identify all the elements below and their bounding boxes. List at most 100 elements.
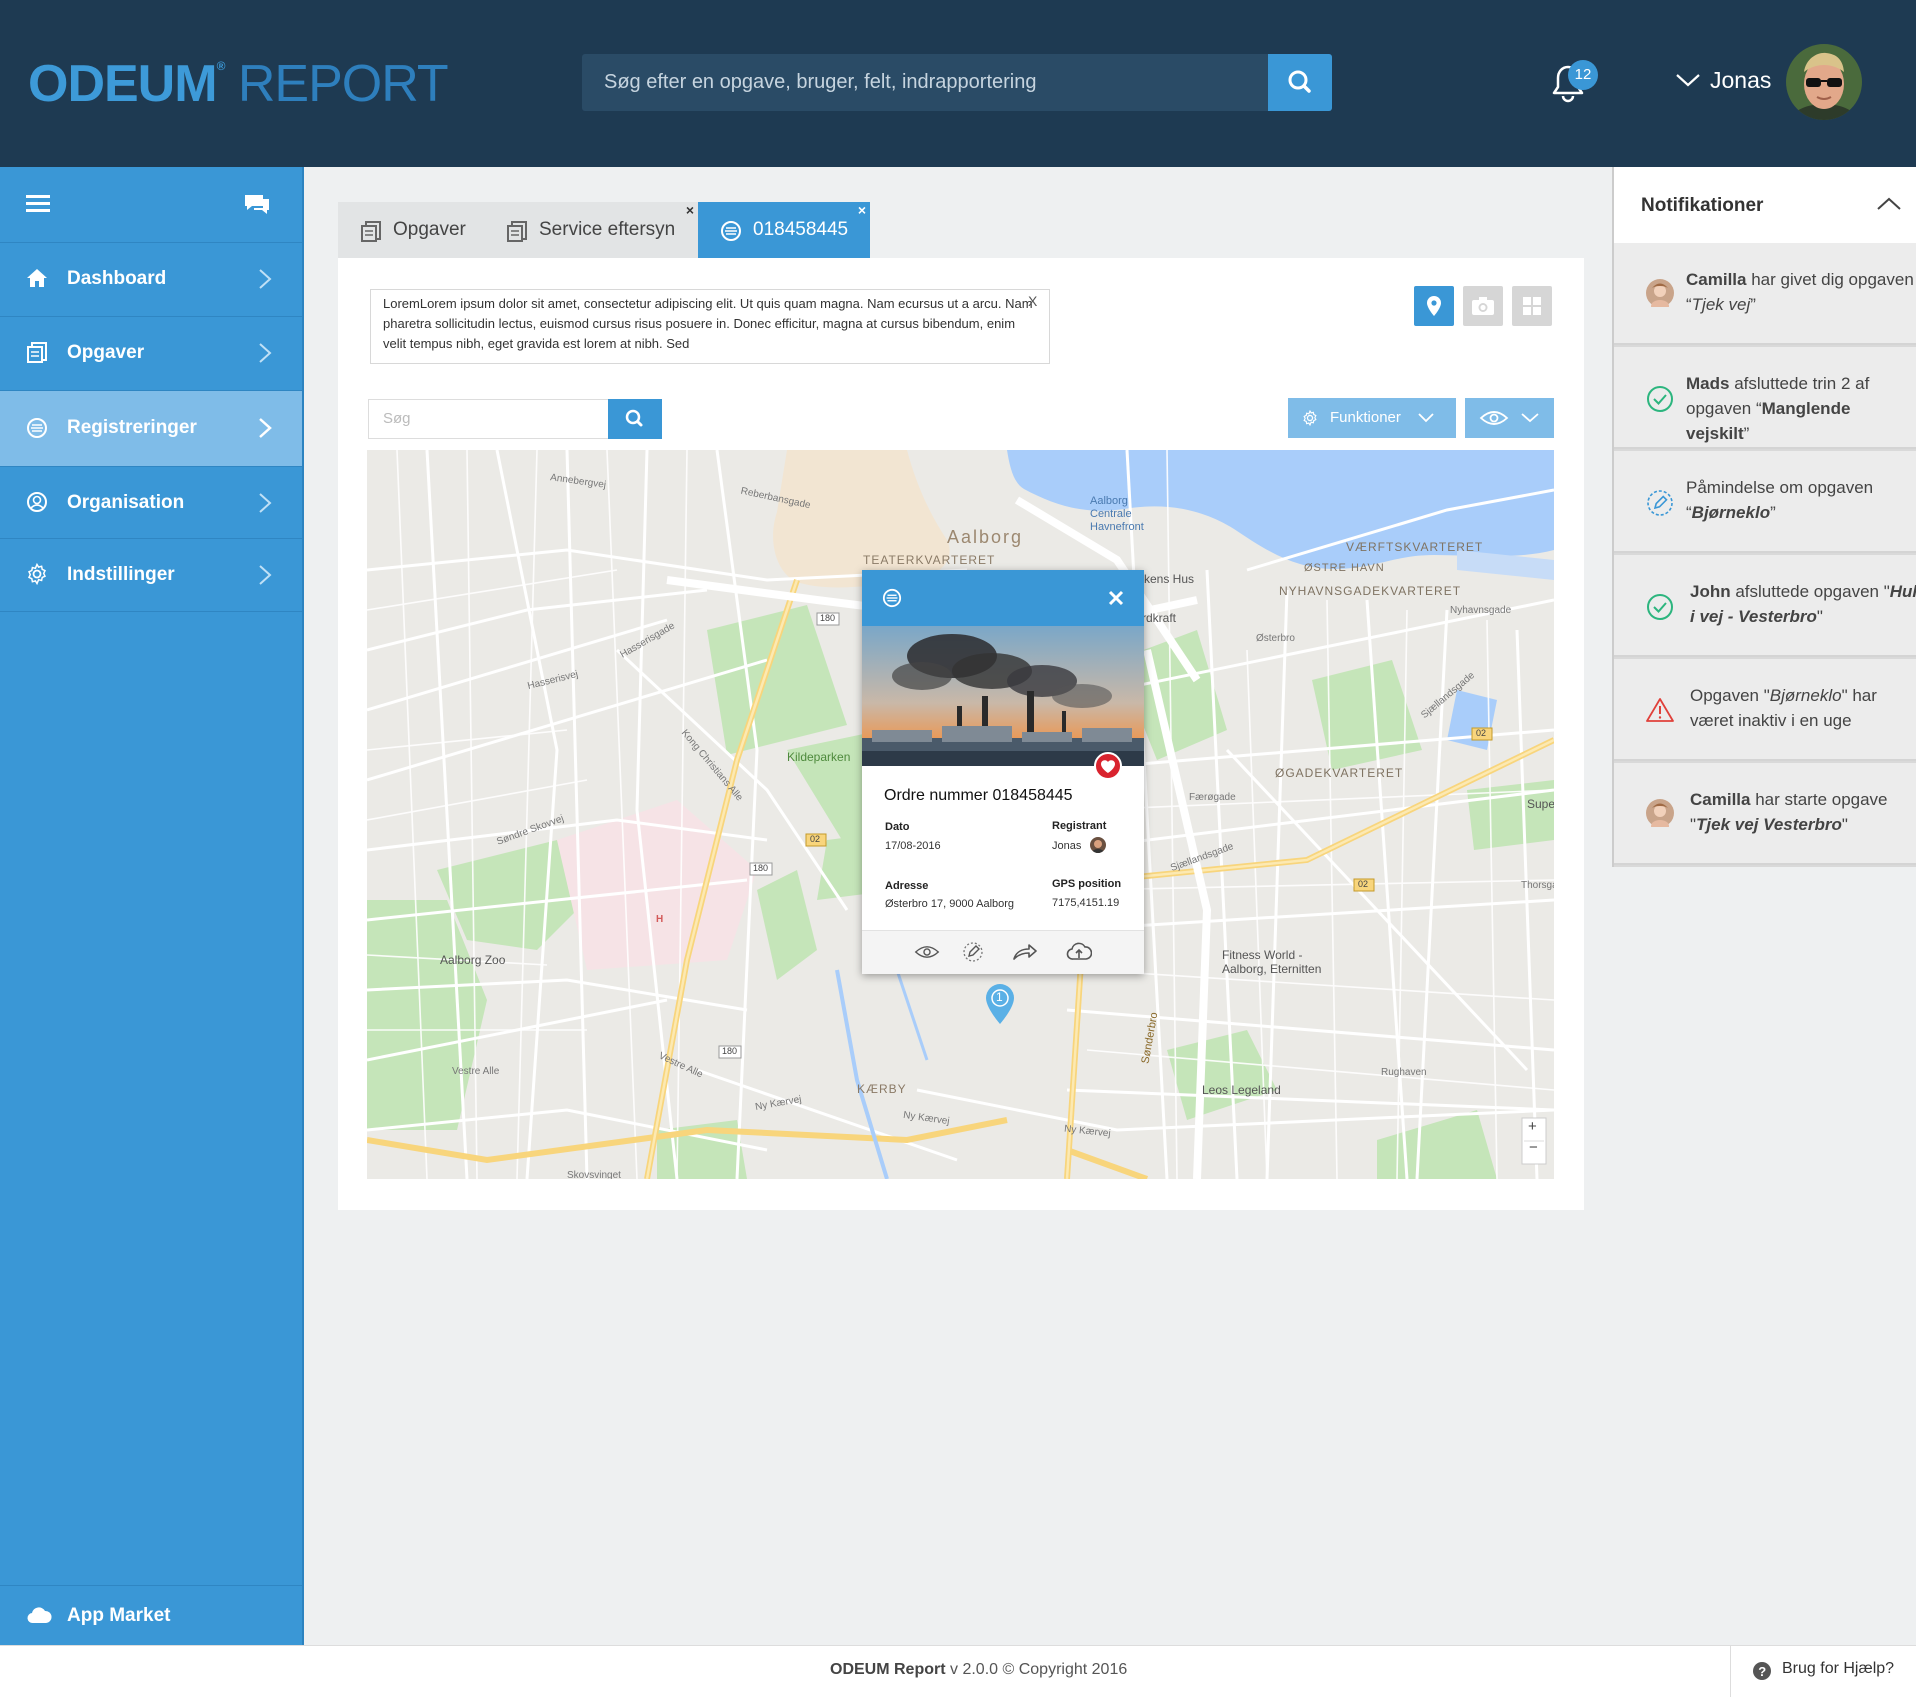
map-pin-icon [1427,296,1441,316]
tab-opgaver[interactable]: Opgaver [338,202,484,258]
note-close-button[interactable]: X [1028,293,1037,309]
share-icon[interactable] [1012,942,1038,962]
tasks-icon [506,220,528,242]
sidebar-item-indstillinger[interactable]: Indstillinger [0,539,302,612]
camera-view-button[interactable] [1463,286,1503,326]
grid-view-button[interactable] [1512,286,1552,326]
registration-icon [882,588,902,608]
map-label: Aalborg Zoo [440,953,506,967]
registrant-avatar [1090,837,1106,853]
footer-divider [1730,1645,1731,1697]
registrant-label: Registrant [1052,820,1107,832]
visibility-dropdown[interactable] [1465,398,1554,438]
app-logo[interactable]: ODEUM® REPORT [28,58,449,110]
route-label: 02 [1358,879,1369,889]
chevron-right-icon [258,342,272,364]
map-search-button[interactable] [608,399,662,439]
help-icon: ? [1752,1661,1772,1681]
eye-icon [1479,410,1509,426]
chevron-right-icon [258,564,272,586]
route-label: 180 [820,613,836,623]
map-label: Skovsvinget [567,1170,621,1179]
registrant-value: Jonas [1052,840,1082,852]
sidebar-item-opgaver[interactable]: Opgaver [0,317,302,391]
tasks-icon [360,220,382,242]
grid-icon [1523,297,1541,315]
map-label: Aalborg Centrale Havnefront [1090,495,1144,533]
map-label: Vestre Alle [452,1066,500,1077]
chevron-down-icon [1521,413,1539,423]
map-label: kens Hus [1144,572,1195,586]
map-label: TEATERKVARTERET [863,553,996,567]
chevron-down-icon [1418,413,1434,423]
zoom-in-button[interactable]: + [1528,1118,1537,1135]
map-label: KÆRBY [857,1082,907,1096]
map-label: NYHAVNSGADEKVARTERET [1279,584,1462,598]
collapse-notifications-button[interactable] [1876,196,1902,212]
check-icon [1646,593,1674,621]
zoom-out-button[interactable]: − [1529,1139,1538,1156]
route-label: 180 [753,863,769,873]
map-label: Nyhavnsgade [1450,605,1512,616]
user-name[interactable]: Jonas [1710,67,1771,94]
map-label: Kildeparken [787,750,851,764]
map-label: Thorsgade [1521,880,1554,891]
map-label: ØGADEKVARTERET [1275,766,1404,780]
warning-icon [1646,697,1674,723]
global-search-button[interactable] [1268,54,1332,111]
tab-close-button[interactable]: × [686,200,694,220]
svg-text:H: H [656,914,663,925]
map-marker-label: 1 [996,990,1003,1004]
popup-actions [862,930,1144,974]
sidebar-item-organisation[interactable]: Organisation [0,467,302,539]
user-avatar[interactable] [1786,44,1862,120]
map-search-input[interactable]: Søg [368,399,610,439]
chevron-right-icon [258,268,272,290]
registration-icon [720,220,742,242]
tab-close-button[interactable]: × [858,200,866,220]
map-label: Østerbro [1256,633,1295,644]
adresse-value: Østerbro 17, 9000 Aalborg [885,898,1015,910]
notification-item[interactable]: Camilla har starte opgave "Tjek vej Vest… [1614,763,1916,865]
notification-item[interactable]: Påmindelse om opgaven “Bjørneklo” [1614,451,1916,553]
footer-copyright: ODEUM Report v 2.0.0 © Copyright 2016 [830,1661,1128,1678]
avatar [1646,279,1674,307]
edit-icon[interactable] [962,941,984,963]
home-icon [26,267,48,289]
sidebar-item-registreringer[interactable]: Registreringer [0,391,302,467]
search-icon [1288,70,1311,93]
notification-item[interactable]: Mads afsluttede trin 2 af opgaven “Mangl… [1614,347,1916,449]
registration-popup: Ordre nummer 018458445 Dato 17/08-2016 R… [862,570,1144,974]
map-label: Aalborg [947,527,1024,547]
gear-icon [1302,410,1318,426]
menu-icon[interactable] [26,193,50,215]
avatar [1646,799,1674,827]
favorite-button[interactable] [1094,752,1122,780]
chevron-up-icon [1877,197,1901,210]
tab-018458445[interactable]: 018458445 × [698,202,870,258]
user-menu-toggle[interactable] [1675,72,1701,88]
funktioner-dropdown[interactable]: Funktioner [1288,398,1456,438]
map-label: Supe [1527,797,1554,811]
eye-icon[interactable] [914,944,940,960]
notification-item[interactable]: Opgaven "Bjørneklo" har været inaktiv i … [1614,659,1916,761]
notification-item[interactable]: Camilla har givet dig opgaven “Tjek vej” [1614,243,1916,345]
edit-icon [1646,489,1674,517]
map-label: ØSTRE HAVN [1304,562,1385,574]
gear-icon [26,563,48,585]
cloud-upload-icon[interactable] [1066,942,1092,962]
search-icon [625,409,643,427]
tab-service-eftersyn[interactable]: Service eftersyn × [484,202,698,258]
svg-text:?: ? [1758,1664,1766,1679]
global-search-input[interactable]: Søg efter en opgave, bruger, felt, indra… [582,54,1332,111]
chat-icon[interactable] [242,191,272,217]
popup-title: Ordre nummer 018458445 [884,787,1073,804]
dato-label: Dato [885,821,910,833]
sidebar-item-app-market[interactable]: App Market [0,1585,302,1645]
sidebar-item-dashboard[interactable]: Dashboard [0,243,302,317]
map-label: Rughaven [1381,1067,1427,1078]
close-icon[interactable] [1108,590,1124,606]
notification-count-badge: 12 [1568,60,1598,90]
map-view-button[interactable] [1414,286,1454,326]
notification-item[interactable]: John afsluttede opgaven "Hul i vej - Ves… [1614,555,1916,657]
